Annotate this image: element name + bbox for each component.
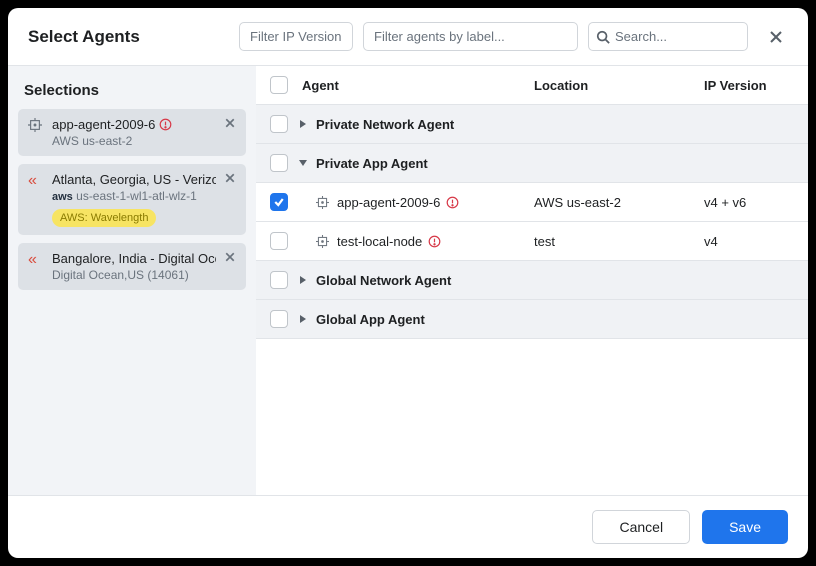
remove-selection-button[interactable] bbox=[224, 251, 236, 266]
group-checkbox[interactable] bbox=[270, 115, 288, 133]
remove-selection-button[interactable] bbox=[224, 172, 236, 187]
group-row[interactable]: Global App Agent bbox=[256, 300, 808, 339]
agent-cell: test-local-node bbox=[298, 234, 534, 249]
search-input[interactable] bbox=[588, 22, 748, 51]
agent-name: test-local-node bbox=[337, 234, 422, 249]
ipversion-cell: v4 bbox=[704, 234, 794, 249]
modal-body: Selections app-agent-2009-6 AWS us-east-… bbox=[8, 65, 808, 495]
group-row[interactable]: Global Network Agent bbox=[256, 261, 808, 300]
chevron-icon: « bbox=[28, 252, 44, 268]
group-label: Private Network Agent bbox=[312, 117, 794, 132]
selections-title: Selections bbox=[18, 78, 246, 109]
group-row[interactable]: Private Network Agent bbox=[256, 105, 808, 144]
selection-subtitle: aws us-east-1-wl1-atl-wlz-1 bbox=[52, 189, 216, 203]
remove-selection-button[interactable] bbox=[224, 117, 236, 132]
save-button[interactable]: Save bbox=[702, 510, 788, 544]
selection-subtitle: AWS us-east-2 bbox=[52, 134, 216, 148]
group-checkbox[interactable] bbox=[270, 154, 288, 172]
selection-body: Bangalore, India - Digital Oce... Digita… bbox=[52, 251, 216, 282]
close-button[interactable] bbox=[764, 25, 788, 49]
agent-cell: app-agent-2009-6 bbox=[298, 195, 534, 210]
modal-header: Select Agents bbox=[8, 8, 808, 65]
crosshair-icon bbox=[28, 118, 44, 135]
close-icon bbox=[224, 117, 236, 129]
table-row: app-agent-2009-6 AWS us-east-2 v4 + v6 bbox=[256, 183, 808, 222]
wavelength-badge: AWS: Wavelength bbox=[52, 209, 156, 227]
agents-table: Agent Location IP Version Private Networ… bbox=[256, 66, 808, 495]
modal-title: Select Agents bbox=[28, 27, 140, 47]
select-agents-modal: Select Agents Selections app-agent-2009-… bbox=[8, 8, 808, 558]
selection-card: « Atlanta, Georgia, US - Verizon... aws … bbox=[18, 164, 246, 235]
select-all-checkbox[interactable] bbox=[270, 76, 288, 94]
ipversion-cell: v4 + v6 bbox=[704, 195, 794, 210]
alert-icon bbox=[446, 196, 459, 209]
caret-down-icon[interactable] bbox=[298, 158, 312, 168]
modal-footer: Cancel Save bbox=[8, 495, 808, 558]
selection-body: app-agent-2009-6 AWS us-east-2 bbox=[52, 117, 216, 148]
group-checkbox[interactable] bbox=[270, 271, 288, 289]
selections-sidebar: Selections app-agent-2009-6 AWS us-east-… bbox=[8, 66, 256, 495]
selection-subtitle: Digital Ocean,US (14061) bbox=[52, 268, 216, 282]
group-label: Private App Agent bbox=[312, 156, 794, 171]
selection-title: Bangalore, India - Digital Oce... bbox=[52, 251, 216, 266]
column-header-agent: Agent bbox=[298, 78, 534, 93]
chevron-icon: « bbox=[28, 173, 44, 189]
caret-right-icon[interactable] bbox=[298, 314, 312, 324]
location-cell: AWS us-east-2 bbox=[534, 195, 704, 210]
group-row[interactable]: Private App Agent bbox=[256, 144, 808, 183]
row-checkbox[interactable] bbox=[270, 232, 288, 250]
location-cell: test bbox=[534, 234, 704, 249]
table-row: test-local-node test v4 bbox=[256, 222, 808, 261]
selection-title: Atlanta, Georgia, US - Verizon... bbox=[52, 172, 216, 187]
column-header-location: Location bbox=[534, 78, 704, 93]
search-wrapper bbox=[588, 22, 748, 51]
crosshair-icon bbox=[316, 196, 329, 209]
crosshair-icon bbox=[316, 235, 329, 248]
row-checkbox[interactable] bbox=[270, 193, 288, 211]
selection-card: app-agent-2009-6 AWS us-east-2 bbox=[18, 109, 246, 156]
aws-logo-icon: aws bbox=[52, 191, 73, 203]
selection-body: Atlanta, Georgia, US - Verizon... aws us… bbox=[52, 172, 216, 227]
selection-title: app-agent-2009-6 bbox=[52, 117, 216, 132]
column-header-ipversion: IP Version bbox=[704, 78, 794, 93]
caret-right-icon[interactable] bbox=[298, 119, 312, 129]
filter-label-input[interactable] bbox=[363, 22, 578, 51]
filter-ip-version-input[interactable] bbox=[239, 22, 353, 51]
group-label: Global Network Agent bbox=[312, 273, 794, 288]
caret-right-icon[interactable] bbox=[298, 275, 312, 285]
close-icon bbox=[768, 29, 784, 45]
cancel-button[interactable]: Cancel bbox=[592, 510, 690, 544]
agent-name: app-agent-2009-6 bbox=[337, 195, 440, 210]
alert-icon bbox=[159, 118, 172, 131]
selection-card: « Bangalore, India - Digital Oce... Digi… bbox=[18, 243, 246, 290]
group-label: Global App Agent bbox=[312, 312, 794, 327]
alert-icon bbox=[428, 235, 441, 248]
close-icon bbox=[224, 172, 236, 184]
group-checkbox[interactable] bbox=[270, 310, 288, 328]
table-header-row: Agent Location IP Version bbox=[256, 66, 808, 105]
close-icon bbox=[224, 251, 236, 263]
